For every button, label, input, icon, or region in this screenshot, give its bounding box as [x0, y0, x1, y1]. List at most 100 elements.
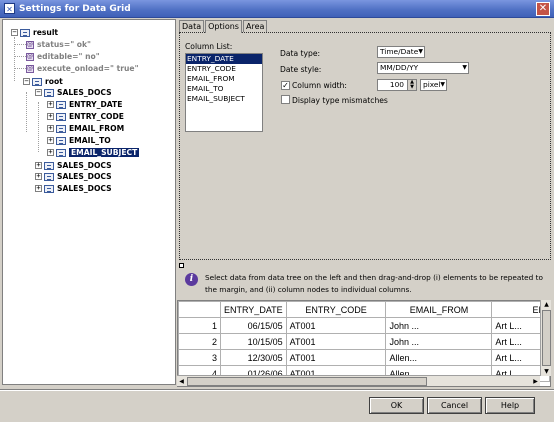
- tree-node-attribute[interactable]: @ status=" ok": [26, 39, 91, 50]
- tree-node-sales-docs[interactable]: + SALES_DOCS: [35, 160, 112, 171]
- tree-node-label: status=" ok": [37, 40, 92, 49]
- expand-toggle-icon[interactable]: +: [47, 137, 54, 144]
- scroll-up-icon[interactable]: ▲: [542, 300, 551, 309]
- tree-node-label: root: [45, 77, 63, 86]
- element-node-icon: [44, 172, 54, 181]
- tree-node-label: SALES_DOCS: [57, 88, 112, 97]
- tree-node-attribute[interactable]: @ editable=" no": [26, 51, 100, 62]
- scroll-left-icon[interactable]: ◀: [177, 377, 186, 386]
- table-row[interactable]: 2 10/15/05 AT001 John ... Art L...: [178, 333, 550, 350]
- attribute-icon: @: [26, 40, 34, 49]
- tree-connector: [38, 102, 39, 152]
- collapse-toggle-icon[interactable]: −: [35, 89, 42, 96]
- help-button[interactable]: Help: [485, 397, 535, 414]
- tree-node-entry-code[interactable]: + ENTRY_CODE: [47, 111, 124, 122]
- expand-toggle-icon[interactable]: +: [47, 113, 54, 120]
- grid-header-rownum[interactable]: [178, 301, 221, 318]
- ok-button[interactable]: OK: [369, 397, 424, 414]
- tree-node-sales-docs[interactable]: + SALES_DOCS: [35, 183, 112, 194]
- tab-options[interactable]: Options: [205, 20, 242, 33]
- tree-node-label: SALES_DOCS: [57, 161, 112, 170]
- element-node-icon: [56, 148, 66, 157]
- grid-cell[interactable]: John ...: [385, 333, 493, 350]
- column-width-unit-select[interactable]: pixel ▼: [420, 79, 447, 91]
- tree-node-label: execute_onload=" true": [37, 64, 139, 73]
- expand-toggle-icon[interactable]: +: [35, 162, 42, 169]
- scroll-right-icon[interactable]: ▶: [531, 377, 540, 386]
- date-style-label: Date style:: [280, 65, 322, 74]
- element-node-icon: [56, 100, 66, 109]
- column-list-item[interactable]: EMAIL_TO: [186, 84, 262, 94]
- column-list-item[interactable]: EMAIL_SUBJECT: [186, 94, 262, 104]
- element-node-icon: [56, 112, 66, 121]
- expand-toggle-icon[interactable]: +: [47, 101, 54, 108]
- grid-cell[interactable]: 10/15/05: [219, 333, 287, 350]
- row-number: 2: [178, 333, 221, 350]
- grid-header-row: ENTRY_DATE ENTRY_CODE EMAIL_FROM EM: [178, 301, 550, 318]
- column-width-unit-value: pixel: [423, 80, 441, 89]
- tree-node-label: result: [33, 28, 59, 37]
- table-row[interactable]: 1 06/15/05 AT001 John ... Art L...: [178, 317, 550, 334]
- column-list[interactable]: ENTRY_DATE ENTRY_CODE EMAIL_FROM EMAIL_T…: [185, 53, 263, 132]
- title-bar: ✕ Settings for Data Grid ✕: [0, 0, 554, 18]
- tree-node-email-from[interactable]: + EMAIL_FROM: [47, 123, 124, 134]
- display-mismatch-checkbox[interactable]: [281, 95, 290, 104]
- expand-toggle-icon[interactable]: +: [35, 173, 42, 180]
- tree-node-root[interactable]: − root: [23, 76, 63, 87]
- column-width-spinner[interactable]: 100 ▲ ▼: [377, 79, 417, 91]
- expand-toggle-icon[interactable]: +: [35, 185, 42, 192]
- scroll-down-icon[interactable]: ▼: [542, 367, 551, 376]
- column-list-item[interactable]: ENTRY_CODE: [186, 64, 262, 74]
- info-icon: i: [185, 273, 198, 286]
- cancel-button[interactable]: Cancel: [427, 397, 482, 414]
- splitter-handle[interactable]: [179, 263, 184, 268]
- grid-horizontal-scrollbar[interactable]: ◀ ▶: [177, 375, 540, 386]
- grid-table: ENTRY_DATE ENTRY_CODE EMAIL_FROM EM 1 06…: [178, 301, 550, 382]
- grid-cell[interactable]: Allen...: [385, 349, 493, 366]
- column-list-item[interactable]: ENTRY_DATE: [186, 54, 262, 64]
- collapse-toggle-icon[interactable]: −: [11, 29, 18, 36]
- scroll-thumb[interactable]: [187, 377, 427, 386]
- tree-node-email-to[interactable]: + EMAIL_TO: [47, 135, 111, 146]
- tree-node-result[interactable]: − result: [11, 27, 58, 38]
- data-type-select[interactable]: Time/Date ▼: [377, 46, 425, 58]
- grid-vertical-scrollbar[interactable]: ▲ ▼: [540, 300, 551, 376]
- collapse-toggle-icon[interactable]: −: [23, 78, 30, 85]
- tree-node-label: editable=" no": [37, 52, 100, 61]
- attribute-icon: @: [26, 52, 34, 61]
- tree-node-sales-docs[interactable]: − SALES_DOCS: [35, 87, 112, 98]
- grid-cell[interactable]: AT001: [285, 349, 387, 366]
- close-button[interactable]: ✕: [536, 2, 550, 16]
- tree-connector: [14, 44, 26, 45]
- spinner-arrows-icon[interactable]: ▲ ▼: [407, 80, 416, 90]
- grid-cell[interactable]: John ...: [385, 317, 493, 334]
- grid-header-cell[interactable]: EMAIL_FROM: [385, 301, 493, 318]
- data-grid-preview[interactable]: ENTRY_DATE ENTRY_CODE EMAIL_FROM EM 1 06…: [177, 300, 551, 387]
- element-node-icon: [56, 124, 66, 133]
- data-tree[interactable]: − result @ status=" ok" @ editable=" no"…: [2, 19, 176, 385]
- grid-cell[interactable]: 12/30/05: [219, 349, 287, 366]
- tree-node-sales-docs[interactable]: + SALES_DOCS: [35, 171, 112, 182]
- tree-node-attribute[interactable]: @ execute_onload=" true": [26, 63, 139, 74]
- divider: [0, 389, 554, 391]
- element-node-icon: [44, 88, 54, 97]
- tree-node-label: ENTRY_CODE: [69, 112, 124, 121]
- column-width-checkbox[interactable]: ✓: [281, 81, 290, 90]
- tree-node-entry-date[interactable]: + ENTRY_DATE: [47, 99, 122, 110]
- grid-cell[interactable]: AT001: [285, 317, 387, 334]
- grid-header-cell[interactable]: ENTRY_CODE: [285, 301, 387, 318]
- app-icon: ✕: [4, 3, 15, 14]
- grid-cell[interactable]: 06/15/05: [219, 317, 287, 334]
- scroll-thumb[interactable]: [542, 310, 551, 366]
- column-list-item[interactable]: EMAIL_FROM: [186, 74, 262, 84]
- date-style-select[interactable]: MM/DD/YY ▼: [377, 62, 469, 74]
- tree-node-label: EMAIL_TO: [69, 136, 111, 145]
- grid-header-cell[interactable]: ENTRY_DATE: [219, 301, 287, 318]
- tree-node-email-subject[interactable]: + EMAIL_SUBJECT: [47, 147, 140, 158]
- expand-toggle-icon[interactable]: +: [47, 125, 54, 132]
- grid-cell[interactable]: AT001: [285, 333, 387, 350]
- expand-toggle-icon[interactable]: +: [47, 149, 54, 156]
- attribute-icon: @: [26, 64, 34, 73]
- table-row[interactable]: 3 12/30/05 AT001 Allen... Art L...: [178, 349, 550, 366]
- element-node-icon: [20, 28, 30, 37]
